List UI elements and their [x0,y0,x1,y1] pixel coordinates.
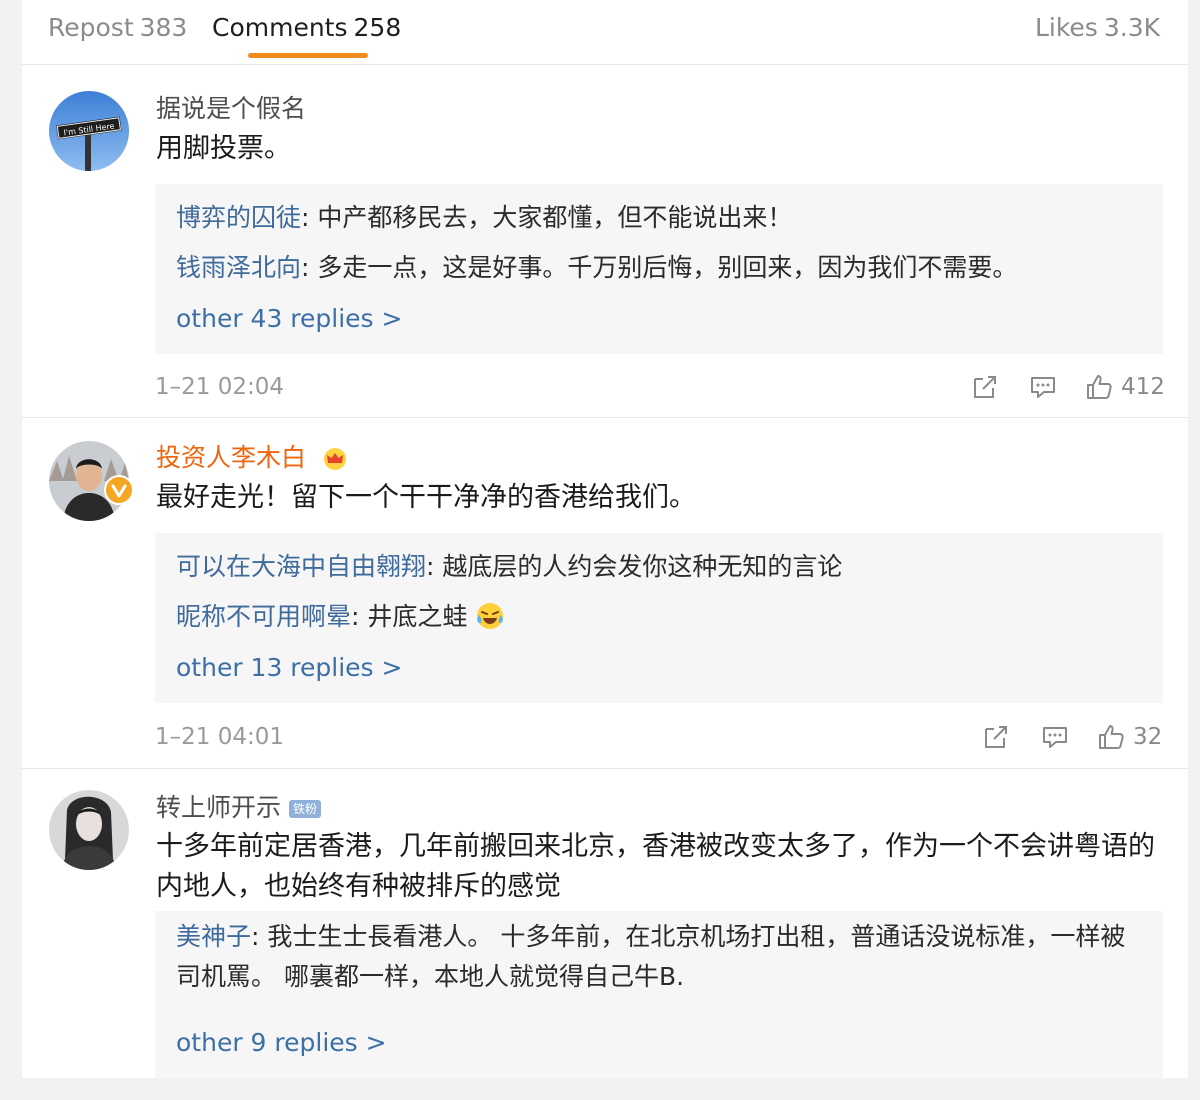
reply-item: 昵称不可用啊晕: 井底之蛙 [176,597,1136,637]
tab-likes-label: Likes [1034,13,1098,42]
tab-likes-count: 3.3K [1103,13,1160,42]
comment-text: 最好走光！留下一个干干净净的香港给我们。 [156,482,696,513]
share-icon[interactable] [982,723,1010,751]
avatar-image [49,790,129,870]
thumbs-up-icon[interactable] [1097,723,1125,751]
tab-repost-count: 383 [139,13,188,42]
tab-comments-label: Comments [212,13,348,42]
reply-username[interactable]: 昵称不可用啊晕 [176,602,351,631]
comment-username[interactable]: 投资人李木白 [156,443,348,473]
reply-username[interactable]: 可以在大海中自由翱翔 [176,552,426,581]
reply-text: : 多走一点，这是好事。千万别后悔，别回来，因为我们不需要。 [301,253,1018,282]
reply-username[interactable]: 博弈的囚徒 [176,203,301,232]
avatar[interactable]: I'm Still Here [49,91,129,171]
comment-meta: 1–21 04:01 32 [155,721,1163,753]
reply-box: 美神子: 我士生士長看港人。 十多年前，在北京机场打出租，普通话没说标准，一样被… [155,911,1163,1078]
reply-username[interactable]: 钱雨泽北向 [176,253,301,282]
comment-username[interactable]: 转上师开示 铁粉 [156,793,322,823]
reply-item: 可以在大海中自由翱翔: 越底层的人约会发你这种无知的言论 [176,547,1136,587]
comment-username-text: 投资人李木白 [156,443,307,472]
reply-box: 博弈的囚徒: 中产都移民去，大家都懂，但不能说出来！ 钱雨泽北向: 多走一点，这… [155,184,1163,354]
avatar[interactable] [49,790,129,870]
crown-icon [323,448,346,470]
comment-meta: 1–21 02:04 412 [155,371,1165,403]
reply-item: 美神子: 我士生士長看港人。 十多年前，在北京机场打出租，普通话没说标准，一样被… [176,917,1136,997]
verified-badge-icon [104,475,134,505]
comment-username-text: 转上师开示 [156,793,282,822]
reply-text: : 越底层的人约会发你这种无知的言论 [426,552,843,581]
active-tab-indicator [248,53,368,58]
comment-item: 转上师开示 铁粉 十多年前定居香港，几年前搬回来北京，香港被改变太多了，作为一个不… [22,769,1188,1078]
comment-icon[interactable] [1029,373,1057,401]
thumbs-up-icon[interactable] [1085,373,1113,401]
comment-text: 用脚投票。 [156,133,291,164]
reply-box: 可以在大海中自由翱翔: 越底层的人约会发你这种无知的言论 昵称不可用啊晕: 井底… [155,533,1163,703]
comment-username[interactable]: 据说是个假名 [156,94,306,124]
reply-item: 钱雨泽北向: 多走一点，这是好事。千万别后悔，别回来，因为我们不需要。 [176,248,1136,288]
reply-username[interactable]: 美神子 [176,922,251,951]
crying-laugh-emoji-icon [477,603,504,629]
comments-panel: Repost 383 Comments 258 Likes 3.3K I'm S… [22,0,1188,1078]
comment-time: 1–21 04:01 [155,724,284,750]
reply-text: : 我士生士長看港人。 十多年前，在北京机场打出租，普通话没说标准，一样被司机罵… [176,922,1126,991]
more-replies-link[interactable]: other 13 replies > [176,652,402,684]
avatar-image: I'm Still Here [49,91,129,171]
tab-comments-count: 258 [353,13,402,42]
reply-item: 博弈的囚徒: 中产都移民去，大家都懂，但不能说出来！ [176,198,1136,238]
share-icon[interactable] [971,373,999,401]
reply-text: : 中产都移民去，大家都懂，但不能说出来！ [301,203,793,232]
fan-badge: 铁粉 [289,800,322,818]
comment-item: 投资人李木白 最好走光！留下一个干干净净的香港给我们。 可以在大海中自由翱翔: … [22,418,1188,769]
comment-item: I'm Still Here 据说是个假名 用脚投票。 博弈的囚徒: 中产都移民… [22,65,1188,418]
tab-repost-label: Repost [48,13,134,42]
tab-repost[interactable]: Repost 383 [48,12,187,44]
more-replies-link[interactable]: other 43 replies > [176,303,402,335]
like-count: 412 [1121,374,1165,400]
tab-bar: Repost 383 Comments 258 Likes 3.3K [22,0,1188,65]
comment-time: 1–21 02:04 [155,374,284,400]
comment-icon[interactable] [1041,723,1069,751]
tab-comments[interactable]: Comments 258 [212,12,401,44]
more-replies-link[interactable]: other 9 replies > [176,1027,387,1059]
tab-likes[interactable]: Likes 3.3K [1035,12,1160,44]
reply-text: : 井底之蛙 [351,602,468,631]
like-count: 32 [1133,724,1163,750]
comment-text: 十多年前定居香港，几年前搬回来北京，香港被改变太多了，作为一个不会讲粤语的内地人… [156,831,1155,902]
